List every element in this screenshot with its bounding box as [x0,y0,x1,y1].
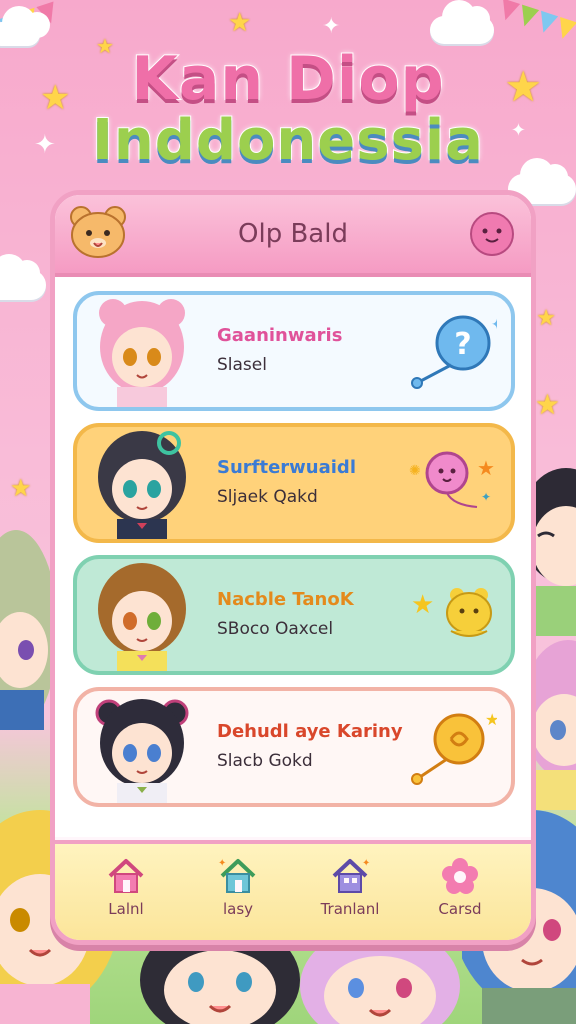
nav-label: Lalnl [108,900,144,918]
sparkle-icon: ✦ [322,14,341,39]
bottom-nav: Lalnl ✦ lasy ✦ Tranlanl Carsd [55,840,531,940]
nav-label: lasy [222,900,254,918]
character-name: Gaaninwaris [217,325,343,346]
svg-text:?: ? [454,327,471,362]
character-avatar-brown-hair [98,563,186,671]
svg-text:★: ★ [477,456,495,480]
cloud [0,6,50,46]
character-subtitle: SBoco Oaxcel [217,619,334,639]
bunting-right [496,0,576,42]
peeking-character-bottom-center-2 [300,936,460,1024]
character-subtitle: Slasel [217,355,267,375]
cloud [0,254,46,300]
star-icon: ★ [536,306,556,331]
svg-text:★: ★ [411,590,434,620]
star-icon: ★ [10,474,32,502]
character-card[interactable]: Gaaninwaris Slasel ? ✦ [73,291,515,411]
character-card[interactable]: Nacble TanoK SBoco Oaxcel ★ [73,555,515,675]
yellow-bear-icon[interactable]: ★ [407,577,497,653]
cloud [430,0,494,44]
svg-text:★: ★ [485,710,497,729]
character-name: Dehudl aye Kariny [217,721,403,742]
house-pink-icon [108,859,144,893]
character-name: Nacble TanoK [217,589,354,610]
nav-item-home[interactable]: Lalnl [81,856,171,918]
pink-blob-icon[interactable] [469,211,515,257]
panel-title: Olp Bald [238,219,348,249]
svg-text:✦: ✦ [491,317,497,333]
character-subtitle: Sljaek Qakd [217,487,318,507]
game-title-line1: Kan Diop [130,43,445,115]
panel-header: Olp Bald [55,195,531,277]
svg-text:✺: ✺ [409,463,421,479]
nav-item-4[interactable]: Carsd [415,856,505,918]
house-green-icon: ✦ [218,858,256,893]
nav-label: Tranlanl [320,900,380,918]
svg-text:✦: ✦ [481,490,491,504]
character-card[interactable]: Surfterwuaidl Sljaek Qakd ★ ✺ ✦ [73,423,515,543]
character-card[interactable]: Dehudl aye Kariny Slacb Gokd ★ [73,687,515,807]
flower-icon [442,858,478,894]
nav-label: Carsd [438,900,482,918]
peeking-character-left [0,530,52,730]
star-icon: ★ [228,8,252,38]
character-subtitle: Slacb Gokd [217,751,313,771]
character-avatar-dark-hair [98,431,186,539]
nav-item-3[interactable]: ✦ Tranlanl [305,856,395,918]
star-icon: ★ [534,388,560,421]
main-panel: Olp Bald Gaaninwaris Slasel ? Surfterwua… [50,190,536,945]
nav-item-2[interactable]: ✦ lasy [193,856,283,918]
orange-balloon-icon[interactable]: ★ [407,709,497,785]
character-avatar-black-hair-buns [95,699,189,803]
character-list: Gaaninwaris Slasel ? ✦ Surfte [55,277,531,837]
game-title-line2: Inddonessia [91,107,484,174]
house-purple-icon: ✦ [332,858,370,893]
pink-balloon-icon[interactable]: ★ ✺ ✦ [407,445,497,521]
question-balloon-icon[interactable]: ? ✦ [407,313,497,389]
character-avatar-pink-hair [99,299,185,407]
svg-text:✦: ✦ [218,858,226,869]
character-name: Surfterwuaidl [217,457,356,478]
svg-text:✦: ✦ [362,858,370,869]
